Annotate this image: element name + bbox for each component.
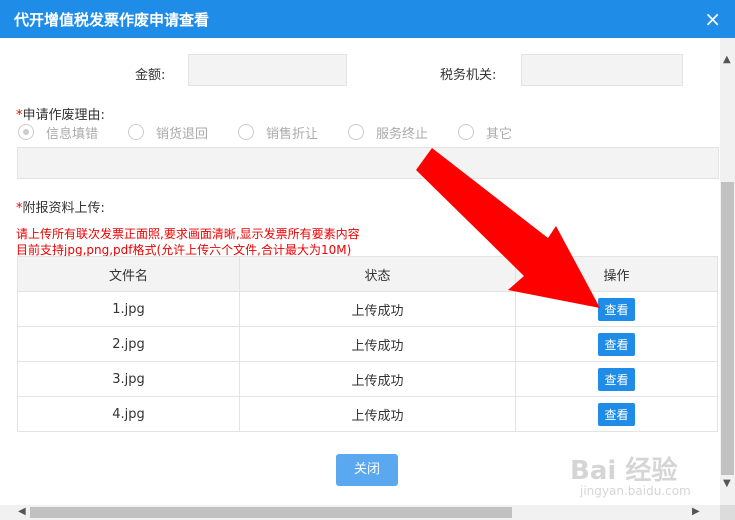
table-row: 1.jpg 上传成功 查看 bbox=[17, 291, 718, 327]
radio-icon[interactable] bbox=[18, 124, 34, 140]
radio-icon[interactable] bbox=[458, 124, 474, 140]
scroll-up-icon[interactable]: ▲ bbox=[723, 54, 731, 65]
radio-icon[interactable] bbox=[128, 124, 144, 140]
action-cell: 查看 bbox=[515, 291, 718, 327]
scroll-left-icon[interactable]: ◀ bbox=[18, 506, 26, 517]
attachments-label: *附报资料上传: bbox=[16, 197, 105, 216]
file-name-cell: 3.jpg bbox=[17, 361, 240, 397]
scrollbar-corner bbox=[720, 505, 735, 520]
radio-label: 其它 bbox=[486, 126, 513, 142]
radio-label: 服务终止 bbox=[376, 126, 429, 142]
reason-radio-option[interactable]: 信息填错 bbox=[18, 122, 98, 142]
action-cell: 查看 bbox=[515, 361, 718, 397]
close-button[interactable]: 关闭 bbox=[336, 454, 398, 486]
watermark-url: jingyan.baidu.com bbox=[580, 484, 691, 498]
action-cell: 查看 bbox=[515, 326, 718, 362]
scroll-down-icon[interactable]: ▼ bbox=[723, 478, 731, 489]
column-header-action: 操作 bbox=[515, 256, 718, 292]
column-header-status: 状态 bbox=[239, 256, 516, 292]
file-name-cell: 4.jpg bbox=[17, 396, 240, 432]
tax-office-field bbox=[521, 54, 683, 86]
baidu-watermark: Bai 经验 jingyan.baidu.com bbox=[560, 450, 720, 505]
close-icon[interactable]: × bbox=[704, 7, 721, 31]
radio-label: 信息填错 bbox=[46, 126, 99, 142]
watermark-brand: Bai 经验 bbox=[570, 456, 678, 486]
vertical-scroll-thumb[interactable] bbox=[721, 182, 734, 475]
file-name-cell: 1.jpg bbox=[17, 291, 240, 327]
dialog-title: 代开增值税发票作废申请查看 bbox=[14, 11, 210, 29]
radio-icon[interactable] bbox=[348, 124, 364, 140]
reason-text-field bbox=[17, 147, 719, 179]
horizontal-scroll-thumb[interactable] bbox=[30, 507, 512, 518]
radio-label: 销货退回 bbox=[156, 126, 209, 142]
reason-label-text: 申请作废理由: bbox=[22, 108, 105, 123]
dialog-content: 金额: 税务机关: *申请作废理由: 信息填错 销货退回 销售折让 服务终止 其它 *附… bbox=[0, 38, 720, 505]
status-cell: 上传成功 bbox=[239, 361, 516, 397]
amount-field bbox=[188, 54, 347, 86]
tax-office-label: 税务机关: bbox=[440, 68, 497, 83]
table-header-row: 文件名 状态 操作 bbox=[17, 256, 718, 292]
view-button[interactable]: 查看 bbox=[598, 297, 635, 321]
table-row: 4.jpg 上传成功 查看 bbox=[17, 396, 718, 432]
status-cell: 上传成功 bbox=[239, 396, 516, 432]
reason-label: *申请作废理由: bbox=[16, 104, 105, 123]
attachments-label-text: 附报资料上传: bbox=[22, 201, 105, 216]
reason-radio-option[interactable]: 销售折让 bbox=[238, 122, 318, 142]
view-button[interactable]: 查看 bbox=[598, 402, 635, 426]
reason-radio-option[interactable]: 其它 bbox=[458, 122, 512, 142]
file-name-cell: 2.jpg bbox=[17, 326, 240, 362]
vertical-scrollbar[interactable]: ▲ ▼ bbox=[720, 38, 735, 505]
column-header-filename: 文件名 bbox=[17, 256, 240, 292]
amount-label: 金额: bbox=[135, 68, 166, 83]
radio-icon[interactable] bbox=[238, 124, 254, 140]
reason-radio-option[interactable]: 销货退回 bbox=[128, 122, 208, 142]
horizontal-scrollbar[interactable]: ◀ ▶ bbox=[0, 505, 720, 520]
attachments-table: 文件名 状态 操作 1.jpg 上传成功 查看 2.jpg 上传成功 查看 3.jpg 上传成… bbox=[17, 256, 718, 432]
status-cell: 上传成功 bbox=[239, 291, 516, 327]
action-cell: 查看 bbox=[515, 396, 718, 432]
view-button[interactable]: 查看 bbox=[598, 367, 635, 391]
dialog-titlebar: 代开增值税发票作废申请查看 × bbox=[0, 0, 735, 38]
status-cell: 上传成功 bbox=[239, 326, 516, 362]
upload-note-line1: 请上传所有联次发票正面照,要求画面清晰,显示发票所有要素内容 bbox=[16, 227, 360, 241]
radio-label: 销售折让 bbox=[266, 126, 319, 142]
table-row: 2.jpg 上传成功 查看 bbox=[17, 326, 718, 362]
table-row: 3.jpg 上传成功 查看 bbox=[17, 361, 718, 397]
reason-radio-option[interactable]: 服务终止 bbox=[348, 122, 428, 142]
scroll-right-icon[interactable]: ▶ bbox=[692, 506, 700, 517]
view-button[interactable]: 查看 bbox=[598, 332, 635, 356]
